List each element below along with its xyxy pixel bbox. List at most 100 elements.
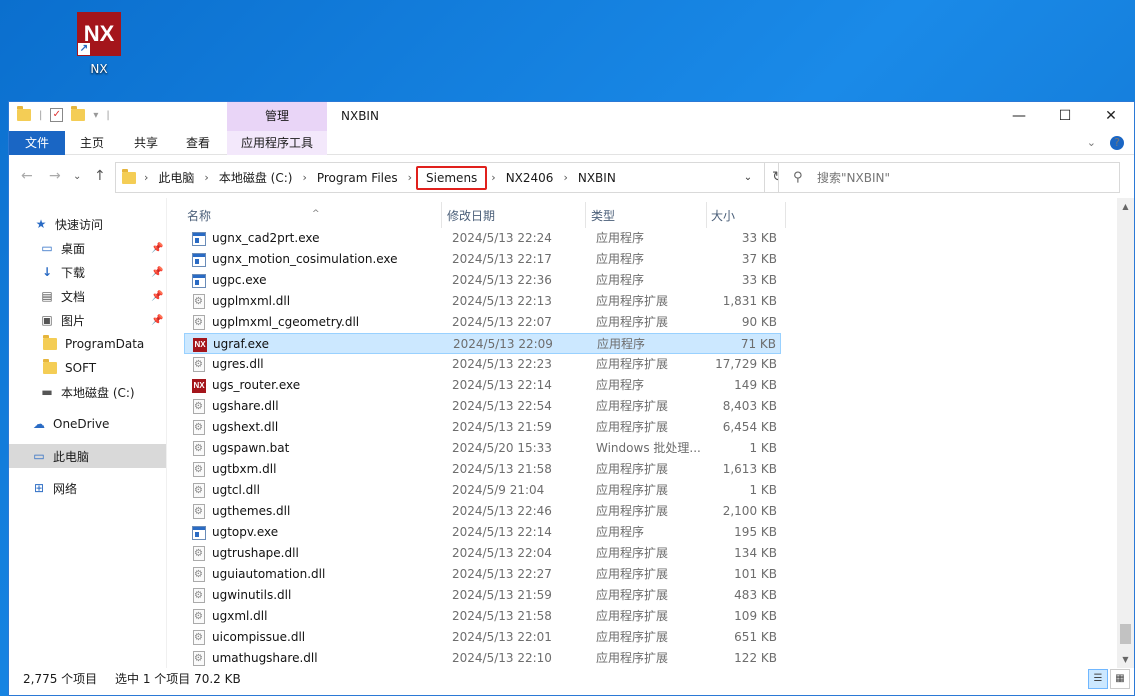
properties-icon[interactable]: ✓ [50,108,64,122]
desktop-icon: ▭ [41,241,53,255]
column-header-date[interactable]: 修改日期 [447,206,577,226]
pin-icon[interactable]: 📌 [151,291,163,302]
column-divider[interactable] [785,202,786,228]
table-row[interactable]: ugtcl.dll 2024/5/9 21:04 应用程序扩展 1 KB [184,480,781,501]
table-row[interactable]: NX ugraf.exe 2024/5/13 22:09 应用程序 71 KB [184,333,781,354]
column-header-size[interactable]: 大小 [711,206,777,226]
column-header-type[interactable]: 类型 [591,206,701,226]
table-row[interactable]: ugtopv.exe 2024/5/13 22:14 应用程序 195 KB [184,522,781,543]
scroll-thumb[interactable] [1120,624,1131,644]
chevron-right-icon[interactable]: › [200,171,212,184]
table-row[interactable]: ugspawn.bat 2024/5/20 15:33 Windows 批处理...… [184,438,781,459]
table-row[interactable]: ugplmxml.dll 2024/5/13 22:13 应用程序扩展 1,831 K… [184,291,781,312]
file-name: ugpc.exe [212,273,267,287]
table-row[interactable]: ugshext.dll 2024/5/13 21:59 应用程序扩展 6,454 KB [184,417,781,438]
customize-qat-icon[interactable]: ▾ [93,110,98,121]
tab-manage[interactable]: 管理 [227,102,327,131]
quick-access-toolbar: | ✓ ▾ | [17,106,110,122]
search-box[interactable]: ⚲ [778,162,1120,193]
file-size: 1 KB [749,483,777,497]
expand-ribbon-icon[interactable]: ⌄ [1087,131,1096,155]
tab-view[interactable]: 查看 [173,131,223,155]
folder-icon[interactable] [17,106,31,121]
crumb-nxbin[interactable]: NXBIN [572,171,622,185]
nav-item-desktop[interactable]: ▭ 桌面 📌 [9,236,166,260]
table-row[interactable]: ugthemes.dll 2024/5/13 22:46 应用程序扩展 2,100 K… [184,501,781,522]
computer-icon: ▭ [33,449,45,463]
pin-icon[interactable]: 📌 [151,243,163,254]
table-row[interactable]: uguiautomation.dll 2024/5/13 22:27 应用程序扩展 1… [184,564,781,585]
chevron-right-icon[interactable]: › [559,171,571,184]
vertical-scrollbar[interactable]: ▲ ▼ [1117,198,1134,668]
nav-item-quick-access[interactable]: ★ 快速访问 [9,212,166,236]
crumb-nx2406[interactable]: NX2406 [500,171,560,185]
file-size: 17,729 KB [715,357,777,371]
table-row[interactable]: NX ugs_router.exe 2024/5/13 22:14 应用程序 149 K… [184,375,781,396]
selection-info: 选中 1 个项目 70.2 KB [115,672,241,686]
tab-home[interactable]: 主页 [67,131,117,155]
chevron-down-icon[interactable]: ⌄ [732,163,764,192]
column-divider[interactable] [585,202,586,228]
recent-locations-icon[interactable]: ⌄ [73,171,81,182]
crumb-local-disk[interactable]: 本地磁盘 (C:) [213,169,299,186]
back-icon[interactable]: ← [21,168,33,184]
table-row[interactable]: ugplmxml_cgeometry.dll 2024/5/13 22:07 应用程… [184,312,781,333]
minimize-button[interactable]: — [996,102,1042,131]
table-row[interactable]: ugnx_motion_cosimulation.exe 2024/5/13 22… [184,249,781,270]
scroll-up-icon[interactable]: ▲ [1117,198,1134,215]
nav-item-soft[interactable]: SOFT [9,356,166,380]
crumb-program-files[interactable]: Program Files [311,171,404,185]
forward-icon[interactable]: → [49,168,61,184]
up-icon[interactable]: ↑ [94,168,106,184]
desktop-icon-nx[interactable]: NX ↗ NX [74,12,124,76]
large-icons-view-icon[interactable]: ▦ [1110,669,1130,689]
column-divider[interactable] [441,202,442,228]
table-row[interactable]: umathugshare.dll 2024/5/13 22:10 应用程序扩展 122… [184,648,781,669]
nav-item-onedrive[interactable]: ☁ OneDrive [9,412,166,436]
help-icon[interactable]: ? [1110,136,1124,150]
table-row[interactable]: ugwinutils.dll 2024/5/13 21:59 应用程序扩展 483 K… [184,585,781,606]
tab-file[interactable]: 文件 [9,131,65,155]
search-input[interactable] [817,168,1107,188]
pin-icon[interactable]: 📌 [151,267,163,278]
table-row[interactable]: ugtrushape.dll 2024/5/13 22:04 应用程序扩展 134 K… [184,543,781,564]
tab-app-tools[interactable]: 应用程序工具 [227,131,327,155]
column-divider[interactable] [706,202,707,228]
cloud-icon: ☁ [33,417,45,431]
nav-item-network[interactable]: ⊞ 网络 [9,476,166,500]
new-folder-icon[interactable] [71,106,86,121]
table-row[interactable]: ugtbxm.dll 2024/5/13 21:58 应用程序扩展 1,613 KB [184,459,781,480]
nav-item-this-pc[interactable]: ▭ 此电脑 [9,444,166,468]
crumb-this-pc[interactable]: 此电脑 [152,169,200,186]
title-bar: | ✓ ▾ | 管理 NXBIN — ☐ ✕ [9,102,1134,131]
maximize-button[interactable]: ☐ [1042,102,1088,131]
nav-item-pictures[interactable]: ▣ 图片 📌 [9,308,166,332]
chevron-right-icon[interactable]: › [487,171,499,184]
pin-icon[interactable]: 📌 [151,315,163,326]
file-date: 2024/5/13 22:01 [452,630,552,644]
nav-item-documents[interactable]: ▤ 文档 📌 [9,284,166,308]
address-bar[interactable]: › 此电脑 › 本地磁盘 (C:) › Program Files › Siem… [115,162,765,193]
divider[interactable] [166,198,167,668]
scroll-down-icon[interactable]: ▼ [1117,651,1134,668]
chevron-right-icon[interactable]: › [298,171,310,184]
file-date: 2024/5/13 22:09 [453,337,553,351]
close-button[interactable]: ✕ [1088,102,1134,131]
dll-file-icon [193,564,205,585]
nav-item-local-disk[interactable]: ▬ 本地磁盘 (C:) [9,380,166,404]
table-row[interactable]: ugpc.exe 2024/5/13 22:36 应用程序 33 KB [184,270,781,291]
table-row[interactable]: uicompissue.dll 2024/5/13 22:01 应用程序扩展 651 … [184,627,781,648]
table-row[interactable]: ugnx_cad2prt.exe 2024/5/13 22:24 应用程序 33 KB [184,228,781,249]
chevron-right-icon[interactable]: › [140,171,152,184]
table-row[interactable]: ugres.dll 2024/5/13 22:23 应用程序扩展 17,729 KB [184,354,781,375]
table-row[interactable]: ugxml.dll 2024/5/13 21:58 应用程序扩展 109 KB [184,606,781,627]
nav-item-programdata[interactable]: ProgramData [9,332,166,356]
details-view-icon[interactable]: ☰ [1088,669,1108,689]
view-buttons: ☰ ▦ [1088,669,1130,689]
chevron-right-icon[interactable]: › [404,171,416,184]
tab-share[interactable]: 共享 [121,131,171,155]
crumb-siemens[interactable]: Siemens [416,165,488,190]
nav-item-downloads[interactable]: ↓ 下载 📌 [9,260,166,284]
column-header-name[interactable]: 名称 ^ [187,206,437,226]
table-row[interactable]: ugshare.dll 2024/5/13 22:54 应用程序扩展 8,403 KB [184,396,781,417]
